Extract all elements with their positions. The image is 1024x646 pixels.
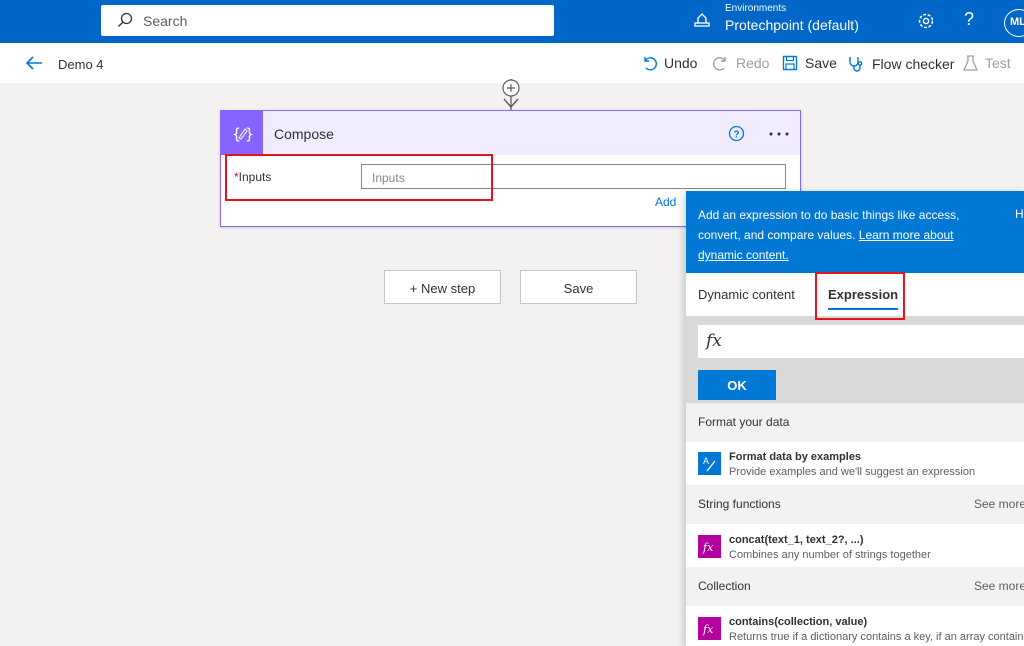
test-button[interactable]: Test [963, 55, 1011, 71]
function-description: Provide examples and we'll suggest an ex… [729, 466, 976, 478]
expression-editor-area: fx OK [686, 316, 1024, 403]
svg-text:A: A [703, 456, 709, 466]
function-item-contains[interactable]: fx contains(collection, value) Returns t… [686, 607, 1024, 646]
function-name: concat(text_1, text_2?, ...) [729, 534, 864, 546]
function-description: Returns true if a dictionary contains a … [729, 631, 1024, 643]
new-step-button[interactable]: + New step [384, 270, 501, 304]
command-bar: Demo 4 Undo Redo Save Flow checker Test [0, 43, 1024, 83]
inputs-highlight-box [225, 154, 493, 201]
environment-caption: Environments [725, 3, 787, 14]
function-name: Format data by examples [729, 451, 862, 463]
ok-button[interactable]: OK [698, 370, 776, 400]
more-options-icon[interactable] [767, 123, 791, 143]
compose-card-title: Compose [274, 126, 334, 142]
top-bar: Search Environments Protechpoint (defaul… [0, 0, 1024, 43]
section-collection: Collection See more [686, 567, 1024, 606]
tab-dynamic-content[interactable]: Dynamic content [698, 287, 795, 302]
help-icon[interactable]: ? [964, 9, 974, 30]
save-command-button[interactable]: Save [782, 55, 837, 71]
user-avatar[interactable]: ML [1004, 9, 1024, 37]
redo-button[interactable]: Redo [713, 55, 769, 71]
search-box[interactable]: Search [101, 5, 554, 36]
save-command-label: Save [805, 55, 837, 71]
redo-icon [713, 57, 726, 71]
environment-icon [694, 13, 710, 27]
function-description: Combines any number of strings together [729, 549, 931, 561]
fx-function-icon: fx [698, 617, 721, 640]
compose-icon: { } [221, 111, 263, 155]
section-title: Format your data [698, 415, 790, 429]
help-circle-icon[interactable]: ? [728, 125, 745, 142]
function-item-concat[interactable]: fx concat(text_1, text_2?, ...) Combines… [686, 525, 1024, 565]
svg-text:fx: fx [702, 541, 714, 554]
flow-checker-label: Flow checker [872, 55, 955, 72]
expression-tab-highlight-box [815, 272, 905, 320]
panel-side-letter: H [1015, 207, 1024, 221]
stethoscope-icon [849, 57, 863, 72]
settings-gear-icon[interactable] [916, 11, 936, 31]
svg-text:}: } [245, 125, 254, 143]
section-title: Collection [698, 579, 751, 593]
function-item-format-data[interactable]: A Format data by examples Provide exampl… [686, 442, 1024, 482]
panel-description-banner: Add an expression to do basic things lik… [686, 191, 1024, 273]
flow-name: Demo 4 [58, 57, 104, 72]
undo-icon [644, 57, 657, 71]
test-label: Test [985, 55, 1011, 71]
flask-icon [963, 55, 978, 71]
svg-text:?: ? [734, 130, 740, 141]
svg-text:{: { [232, 125, 241, 143]
save-step-button[interactable]: Save [520, 270, 637, 304]
expression-input[interactable]: fx [698, 325, 1024, 358]
add-dynamic-content-link[interactable]: Add [655, 195, 676, 209]
section-string-functions: String functions See more [686, 485, 1024, 524]
section-title: String functions [698, 497, 781, 511]
svg-text:fx: fx [702, 623, 714, 636]
search-icon [118, 12, 133, 27]
insert-step-connector-icon[interactable] [499, 79, 523, 111]
environment-selector[interactable]: Protechpoint (default) [725, 17, 859, 33]
save-disk-icon [782, 55, 798, 71]
back-arrow-icon[interactable] [24, 54, 44, 72]
fx-function-icon: fx [698, 535, 721, 558]
format-data-icon: A [698, 452, 721, 475]
compose-card-header[interactable]: { } Compose ? [221, 111, 800, 155]
panel-description: Add an expression to do basic things lik… [698, 205, 998, 265]
function-name: contains(collection, value) [729, 616, 868, 628]
flow-checker-button[interactable]: Flow checker [848, 55, 954, 72]
see-more-link[interactable]: See more [974, 497, 1024, 511]
undo-button[interactable]: Undo [641, 55, 697, 71]
search-label: Search [143, 13, 188, 29]
section-format-your-data: Format your data [686, 403, 1024, 442]
expression-panel: Add an expression to do basic things lik… [686, 191, 1024, 646]
undo-label: Undo [664, 55, 698, 71]
redo-label: Redo [736, 55, 770, 71]
fx-icon: fx [706, 331, 722, 351]
see-more-link[interactable]: See more [974, 579, 1024, 593]
